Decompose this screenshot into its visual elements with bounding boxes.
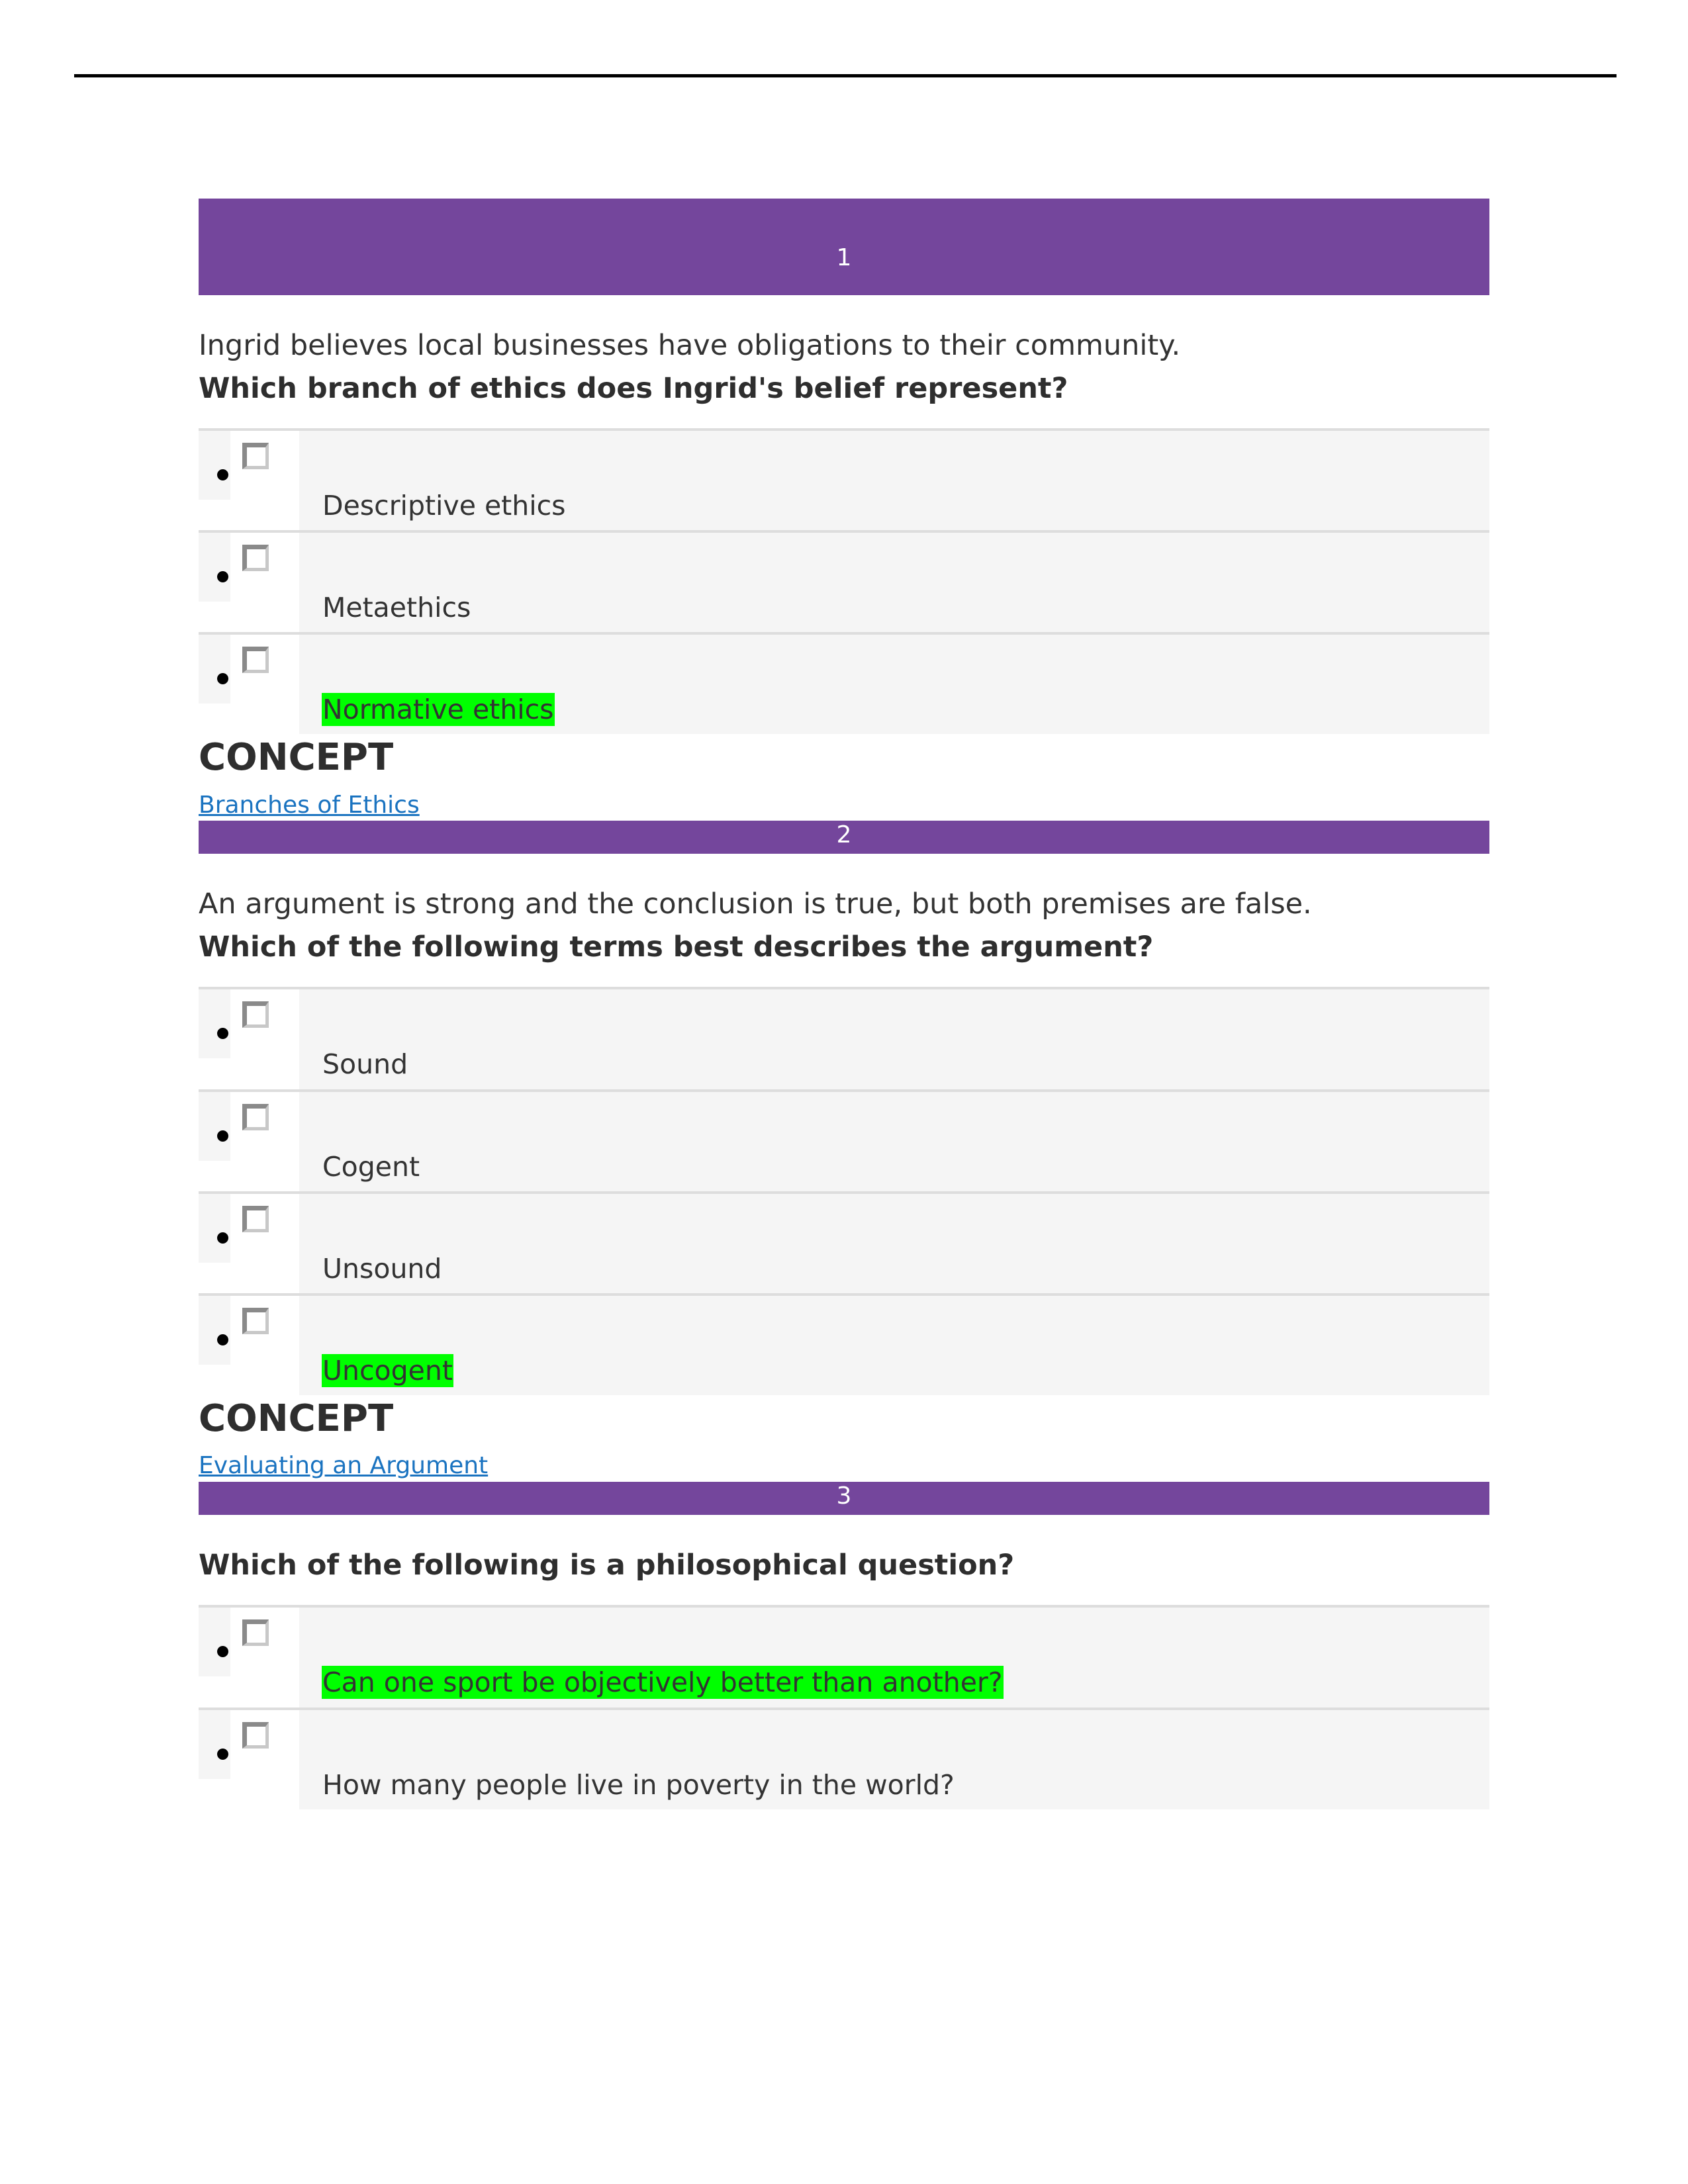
- checkbox-cell[interactable]: [230, 1295, 299, 1365]
- option-row[interactable]: Can one sport be objectively better than…: [199, 1605, 1489, 1709]
- question-stem-2: An argument is strong and the conclusion…: [199, 887, 1312, 921]
- concept-heading-2: CONCEPT: [199, 1396, 394, 1440]
- checkbox-unchecked-icon[interactable]: [242, 443, 269, 469]
- option-text: Sound: [322, 1048, 408, 1081]
- checkbox-cell[interactable]: [230, 1608, 299, 1677]
- checkbox-cell[interactable]: [230, 1193, 299, 1263]
- question-number-bar-1: 1: [199, 199, 1489, 295]
- checkbox-unchecked-icon[interactable]: [242, 1103, 269, 1130]
- checkbox-unchecked-icon[interactable]: [242, 1619, 269, 1647]
- question-block-1: 1 Ingrid believes local businesses have …: [0, 199, 1688, 821]
- option-text: Uncogent: [322, 1353, 453, 1387]
- option-label: Sound: [322, 989, 1489, 1089]
- option-indent-pad: [199, 1364, 299, 1396]
- option-text: Metaethics: [322, 592, 471, 624]
- question-number-bar-2: 2: [199, 821, 1489, 854]
- question-block-3: 3 Which of the following is a philosophi…: [0, 1481, 1688, 1811]
- option-text: Normative ethics: [322, 693, 555, 727]
- option-indent-pad: [199, 1262, 299, 1295]
- option-label: Metaethics: [322, 533, 1489, 632]
- bullet-icon: [217, 469, 228, 480]
- option-list-3: Can one sport be objectively better than…: [199, 1605, 1489, 1811]
- checkbox-unchecked-icon[interactable]: [242, 1205, 269, 1232]
- bullet-icon: [217, 1748, 228, 1760]
- option-row[interactable]: Descriptive ethics: [199, 428, 1489, 531]
- bullet-icon: [217, 1028, 228, 1040]
- checkbox-unchecked-icon[interactable]: [242, 545, 269, 572]
- option-row[interactable]: Metaethics: [199, 530, 1489, 634]
- bullet-icon: [217, 1232, 228, 1244]
- bullet-icon: [217, 571, 228, 583]
- bullet-icon: [217, 1646, 228, 1658]
- question-block-2: 2 An argument is strong and the conclusi…: [0, 821, 1688, 1482]
- question-stem-1: Ingrid believes local businesses have ob…: [199, 329, 1181, 362]
- concept-link-1[interactable]: Branches of Ethics: [199, 790, 420, 821]
- option-row[interactable]: Uncogent: [199, 1293, 1489, 1396]
- checkbox-cell[interactable]: [230, 1709, 299, 1779]
- option-indent-pad: [199, 602, 299, 634]
- option-label: Descriptive ethics: [322, 431, 1489, 530]
- concept-link-wrap-1: Branches of Ethics: [0, 781, 1688, 821]
- option-indent-pad: [199, 704, 299, 736]
- option-label: Unsound: [322, 1194, 1489, 1293]
- checkbox-unchecked-icon[interactable]: [242, 1307, 269, 1334]
- question-number-2: 2: [836, 821, 852, 849]
- option-list-1: Descriptive ethics Metaethics Normative …: [199, 428, 1489, 736]
- document-content: 1 Ingrid believes local businesses have …: [0, 0, 1688, 1811]
- question-number-bar-3: 3: [199, 1481, 1489, 1515]
- option-label-correct: Uncogent: [322, 1296, 1489, 1395]
- option-text: Descriptive ethics: [322, 490, 566, 522]
- checkbox-unchecked-icon[interactable]: [242, 1001, 269, 1028]
- bullet-icon: [217, 673, 228, 685]
- concept-link-2[interactable]: Evaluating an Argument: [199, 1451, 488, 1482]
- checkbox-cell[interactable]: [230, 635, 299, 704]
- option-row[interactable]: Sound: [199, 987, 1489, 1091]
- question-prompt-3: Which of the following is a philosophica…: [199, 1548, 1015, 1582]
- document-page: 1 Ingrid believes local businesses have …: [0, 0, 1688, 2184]
- concept-heading-1: CONCEPT: [199, 736, 394, 780]
- checkbox-unchecked-icon[interactable]: [242, 647, 269, 674]
- checkbox-unchecked-icon[interactable]: [242, 1721, 269, 1749]
- concept-link-wrap-2: Evaluating an Argument: [0, 1441, 1688, 1482]
- option-row[interactable]: Unsound: [199, 1191, 1489, 1295]
- question-number-1: 1: [836, 244, 852, 271]
- checkbox-cell[interactable]: [230, 989, 299, 1059]
- bullet-icon: [217, 1334, 228, 1345]
- option-text: Unsound: [322, 1252, 442, 1285]
- checkbox-cell[interactable]: [230, 533, 299, 602]
- option-row[interactable]: Normative ethics: [199, 632, 1489, 736]
- option-indent-pad: [199, 1676, 299, 1709]
- option-label: How many people live in poverty in the w…: [322, 1710, 1489, 1809]
- option-label-correct: Can one sport be objectively better than…: [322, 1608, 1489, 1707]
- option-list-2: Sound Cogent Unsound Uncogent: [199, 987, 1489, 1396]
- question-prompt-2: Which of the following terms best descri…: [199, 930, 1154, 964]
- option-label-correct: Normative ethics: [322, 635, 1489, 734]
- checkbox-cell[interactable]: [230, 1091, 299, 1161]
- option-row[interactable]: How many people live in poverty in the w…: [199, 1707, 1489, 1811]
- option-indent-pad: [199, 1058, 299, 1091]
- question-prompt-1: Which branch of ethics does Ingrid's bel…: [199, 371, 1068, 405]
- option-indent-pad: [199, 500, 299, 531]
- option-text: Can one sport be objectively better than…: [322, 1666, 1004, 1700]
- option-indent-pad: [199, 1778, 299, 1811]
- option-indent-pad: [199, 1160, 299, 1193]
- bullet-icon: [217, 1130, 228, 1142]
- question-number-3: 3: [836, 1482, 852, 1510]
- checkbox-cell[interactable]: [230, 431, 299, 500]
- option-text: Cogent: [322, 1150, 420, 1183]
- option-label: Cogent: [322, 1092, 1489, 1191]
- option-text: How many people live in poverty in the w…: [322, 1768, 955, 1801]
- option-row[interactable]: Cogent: [199, 1089, 1489, 1193]
